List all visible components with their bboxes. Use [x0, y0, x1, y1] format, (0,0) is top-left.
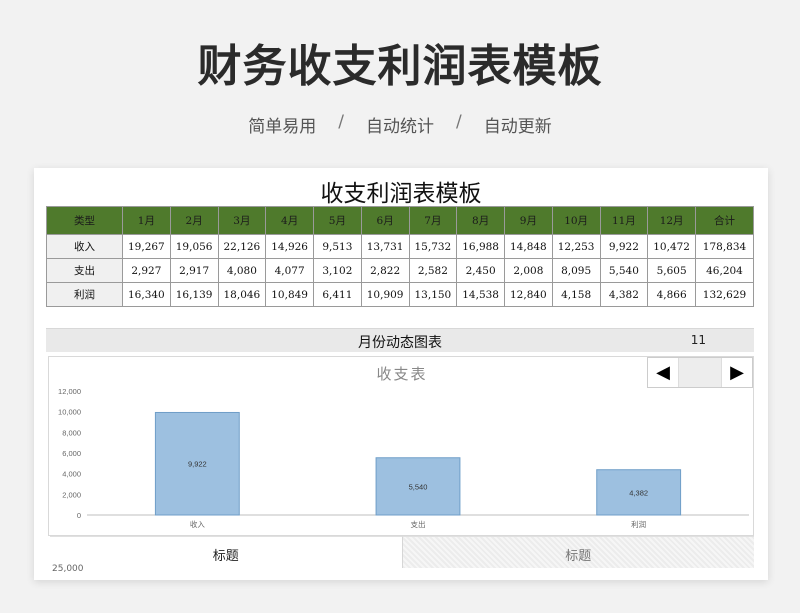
- row-label-cell[interactable]: 利润: [46, 282, 123, 307]
- column-header: 类型: [46, 206, 123, 235]
- triangle-left-icon[interactable]: ◀: [648, 358, 678, 387]
- table-cell[interactable]: 2,917: [169, 258, 219, 283]
- bottom-tabs: 标题 标题: [50, 536, 754, 568]
- column-header: 6月: [360, 206, 410, 235]
- table-row: 利润 16,340 16,139 18,046 10,849 6,411 10,909 13,…: [46, 282, 754, 307]
- tab-title-1[interactable]: 标题: [50, 536, 402, 568]
- table-cell[interactable]: 4,866: [647, 282, 696, 307]
- table-cell[interactable]: 2,008: [504, 258, 553, 283]
- table-cell[interactable]: 4,158: [551, 282, 601, 307]
- column-header: 4月: [265, 206, 314, 235]
- column-header: 8月: [456, 206, 505, 235]
- table-cell[interactable]: 16,340: [122, 282, 171, 307]
- data-table: 类型 1月 2月 3月 4月 5月 6月 7月 8月 9月 10月 11月 12月 合计 收入 19,267…: [46, 206, 754, 307]
- column-header: 9月: [504, 206, 553, 235]
- bar-data-label: 5,540: [409, 482, 428, 491]
- table-cell[interactable]: 4,382: [599, 282, 649, 307]
- table-cell[interactable]: 6,411: [313, 282, 362, 307]
- month-spinner: ◀ ▶: [647, 357, 753, 388]
- table-cell[interactable]: 4,080: [217, 258, 267, 283]
- table-cell[interactable]: 5,540: [599, 258, 649, 283]
- chart-area: 0 2,000 4,000 6,000 8,000 10,000 12,000 9,922 收入…: [48, 356, 754, 536]
- table-cell[interactable]: 19,267: [122, 234, 171, 259]
- table-cell[interactable]: 5,605: [647, 258, 696, 283]
- table-cell[interactable]: 2,927: [122, 258, 171, 283]
- table-cell[interactable]: 12,840: [504, 282, 553, 307]
- table-cell[interactable]: 10,909: [360, 282, 410, 307]
- column-header: 2月: [169, 206, 219, 235]
- table-cell[interactable]: 2,822: [360, 258, 410, 283]
- table-cell[interactable]: 12,253: [551, 234, 601, 259]
- y-tick-label: 6,000: [62, 449, 81, 458]
- column-header: 7月: [408, 206, 458, 235]
- table-cell[interactable]: 2,450: [456, 258, 505, 283]
- y-tick-label: 8,000: [62, 428, 81, 437]
- table-cell[interactable]: 16,988: [456, 234, 505, 259]
- table-cell[interactable]: 178,834: [695, 234, 754, 259]
- tab-title-2[interactable]: 标题: [401, 536, 754, 568]
- column-header: 5月: [313, 206, 362, 235]
- banner-tags: 简单易用 / 自动统计 / 自动更新: [0, 112, 800, 137]
- column-header: 3月: [217, 206, 267, 235]
- table-cell[interactable]: 2,582: [408, 258, 458, 283]
- column-header: 11月: [599, 206, 649, 235]
- cut-axis-label: 25,000: [52, 564, 84, 574]
- x-tick-label: 收入: [190, 519, 205, 529]
- banner-title: 财务收支利润表模板: [197, 41, 603, 92]
- y-tick-label: 10,000: [58, 408, 81, 417]
- table-cell[interactable]: 8,095: [551, 258, 601, 283]
- section-title: 月份动态图表: [358, 335, 442, 351]
- column-header: 12月: [647, 206, 696, 235]
- bar-data-label: 9,922: [188, 460, 207, 469]
- spinner-track: [678, 358, 722, 387]
- spreadsheet-sheet: 收支利润表模板 类型 1月 2月 3月 4月 5月 6月 7月 8月 9月 10月 11月 12月 合计 …: [34, 168, 768, 580]
- table-cell[interactable]: 10,849: [265, 282, 314, 307]
- table-cell[interactable]: 16,139: [169, 282, 219, 307]
- table-row: 支出 2,927 2,917 4,080 4,077 3,102 2,822 2,582 2,4…: [46, 258, 754, 283]
- y-tick-label: 2,000: [62, 490, 81, 499]
- row-label-cell[interactable]: 支出: [46, 258, 123, 283]
- section-bar: 月份动态图表 11: [46, 328, 754, 352]
- tag-easy: 简单易用: [248, 117, 317, 137]
- column-header: 1月: [122, 206, 171, 235]
- bar-data-label: 4,382: [629, 488, 648, 497]
- table-row: 收入 19,267 19,056 22,126 14,926 9,513 13,731 15,…: [46, 234, 754, 259]
- y-tick-label: 0: [77, 511, 81, 520]
- table-cell[interactable]: 9,922: [599, 234, 649, 259]
- table-cell[interactable]: 46,204: [695, 258, 754, 283]
- income-expense-table: 类型 1月 2月 3月 4月 5月 6月 7月 8月 9月 10月 11月 12月 合计 收入 19,267…: [46, 206, 754, 307]
- sheet-title: 收支利润表模板: [320, 181, 482, 207]
- table-cell[interactable]: 15,732: [408, 234, 458, 259]
- row-label-cell[interactable]: 收入: [46, 234, 123, 259]
- table-cell[interactable]: 13,150: [408, 282, 458, 307]
- table-cell[interactable]: 14,848: [504, 234, 553, 259]
- table-cell[interactable]: 19,056: [169, 234, 219, 259]
- triangle-right-icon[interactable]: ▶: [722, 358, 752, 387]
- tag-auto-update: 自动更新: [483, 117, 552, 137]
- table-cell[interactable]: 9,513: [313, 234, 362, 259]
- table-cell[interactable]: 10,472: [647, 234, 696, 259]
- table-cell[interactable]: 14,538: [456, 282, 505, 307]
- table-cell[interactable]: 4,077: [265, 258, 314, 283]
- month-value-cell[interactable]: 11: [691, 333, 706, 347]
- column-header: 合计: [695, 206, 754, 235]
- y-tick-label: 4,000: [62, 470, 81, 479]
- table-cell[interactable]: 3,102: [313, 258, 362, 283]
- table-cell[interactable]: 13,731: [360, 234, 410, 259]
- column-header: 10月: [551, 206, 601, 235]
- table-cell[interactable]: 22,126: [217, 234, 267, 259]
- tag-separator: /: [456, 112, 462, 132]
- tag-separator: /: [338, 112, 344, 132]
- table-cell[interactable]: 18,046: [217, 282, 267, 307]
- x-tick-label: 利润: [631, 519, 646, 529]
- table-header-row: 类型 1月 2月 3月 4月 5月 6月 7月 8月 9月 10月 11月 12月 合计: [46, 206, 754, 235]
- x-tick-label: 支出: [411, 519, 426, 529]
- y-tick-label: 12,000: [58, 387, 81, 396]
- table-cell[interactable]: 132,629: [695, 282, 754, 307]
- tag-auto-stat: 自动统计: [366, 117, 434, 137]
- table-cell[interactable]: 14,926: [265, 234, 314, 259]
